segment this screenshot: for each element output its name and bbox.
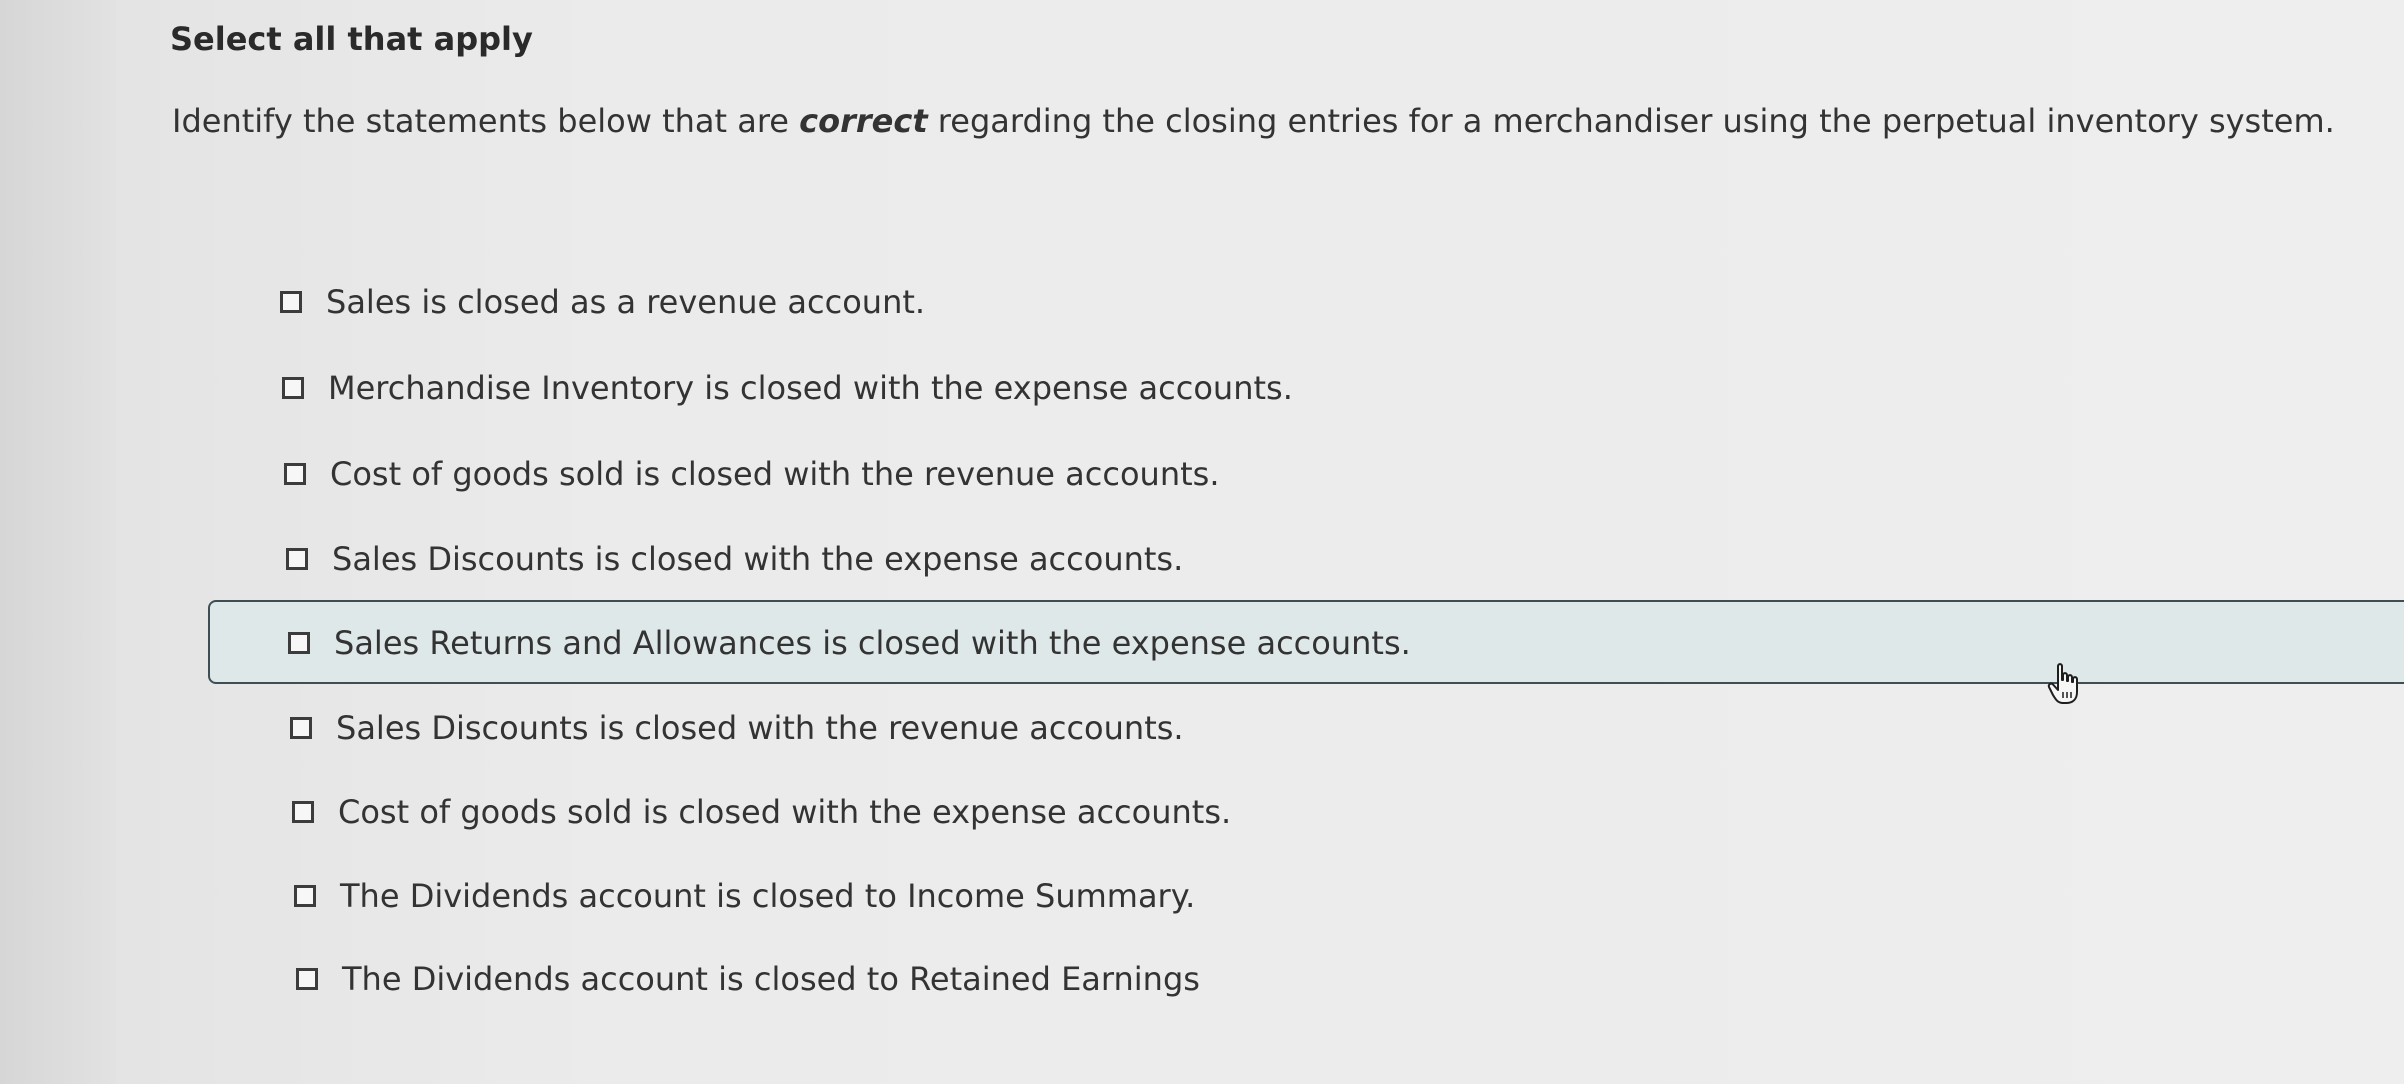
option-label: Sales Discounts is closed with the expen… <box>332 540 1184 578</box>
option-item[interactable]: The Dividends account is closed to Retai… <box>296 950 1200 1008</box>
option-item[interactable]: The Dividends account is closed to Incom… <box>294 867 1195 925</box>
option-item[interactable]: Sales Discounts is closed with the expen… <box>286 530 1183 588</box>
option-label: Sales is closed as a revenue account. <box>326 283 926 321</box>
checkbox[interactable] <box>282 377 304 399</box>
checkbox[interactable] <box>294 885 316 907</box>
option-label: Cost of goods sold is closed with the re… <box>330 455 1220 493</box>
option-item[interactable]: Sales Discounts is closed with the reven… <box>290 699 1184 757</box>
option-item[interactable]: Cost of goods sold is closed with the re… <box>284 445 1219 503</box>
hand-pointer-icon <box>2047 663 2078 704</box>
checkbox[interactable] <box>280 291 302 313</box>
checkbox[interactable] <box>288 632 310 654</box>
options-list: Sales is closed as a revenue account. Me… <box>0 0 2404 1084</box>
checkbox[interactable] <box>284 463 306 485</box>
option-item-hovered[interactable]: Sales Returns and Allowances is closed w… <box>288 614 1411 672</box>
checkbox[interactable] <box>296 968 318 990</box>
option-label: The Dividends account is closed to Retai… <box>342 960 1200 998</box>
checkbox[interactable] <box>290 717 312 739</box>
checkbox[interactable] <box>292 801 314 823</box>
option-label: Sales Discounts is closed with the reven… <box>336 709 1184 747</box>
option-label: The Dividends account is closed to Incom… <box>340 877 1196 915</box>
option-label: Cost of goods sold is closed with the ex… <box>338 793 1232 831</box>
checkbox[interactable] <box>286 548 308 570</box>
option-item[interactable]: Cost of goods sold is closed with the ex… <box>292 783 1231 841</box>
option-label: Merchandise Inventory is closed with the… <box>328 369 1293 407</box>
option-item[interactable]: Sales is closed as a revenue account. <box>280 273 925 331</box>
option-label: Sales Returns and Allowances is closed w… <box>334 624 1411 662</box>
option-item[interactable]: Merchandise Inventory is closed with the… <box>282 359 1293 417</box>
